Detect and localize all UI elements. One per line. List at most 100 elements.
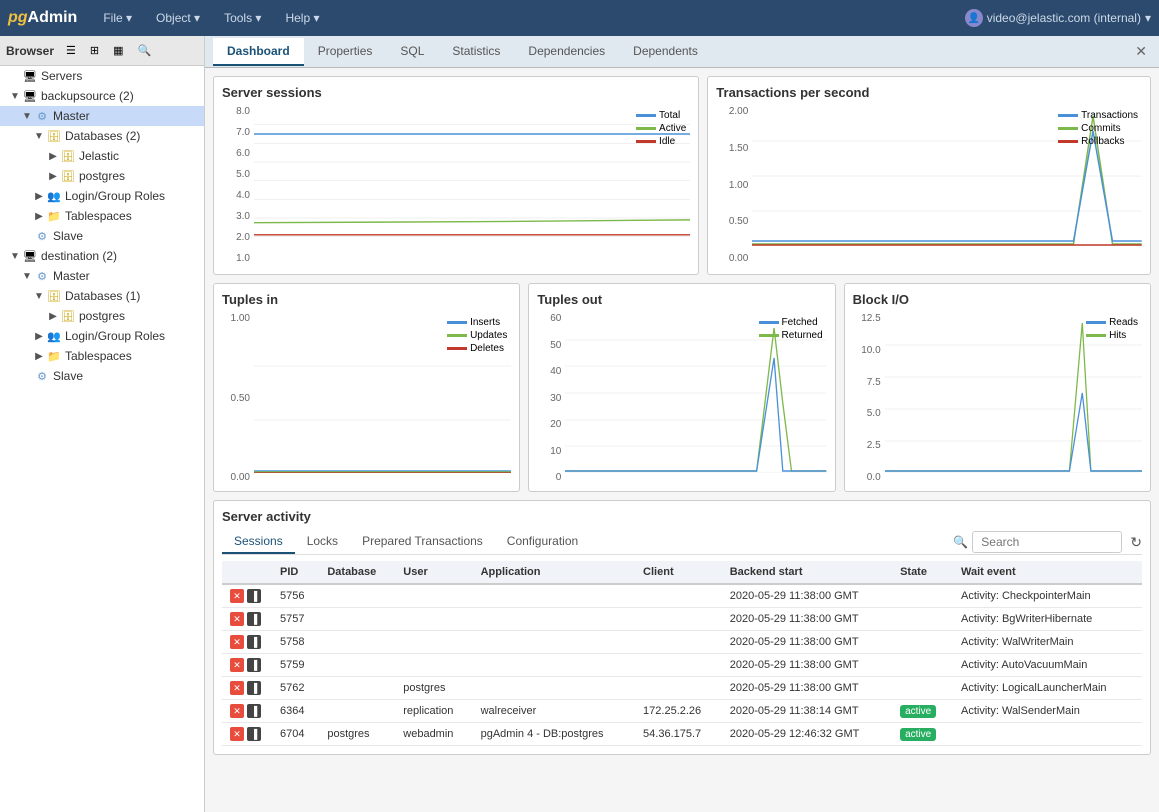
row-actions: ✕ ▐ — [222, 700, 272, 723]
cell-backend-start: 2020-05-29 11:38:00 GMT — [722, 631, 892, 654]
activity-tab-sessions[interactable]: Sessions — [222, 530, 295, 554]
roles-icon-1: 👥 — [46, 188, 62, 204]
tuples-out-title: Tuples out — [537, 292, 826, 307]
tab-statistics[interactable]: Statistics — [438, 38, 514, 66]
transactions-legend: Transactions Commits Rollbacks — [1058, 110, 1138, 147]
sidebar: Browser ☰ ⊞ ▦ 🔍 🖥 Servers ▼ 🖥 bac — [0, 36, 205, 812]
cell-state — [892, 677, 953, 700]
search-btn[interactable]: 🔍 — [132, 40, 158, 61]
user-email: video@jelastic.com (internal) — [987, 11, 1141, 25]
tree-label-jelastic: Jelastic — [79, 149, 119, 163]
tree-item-backupsource[interactable]: ▼ 🖥 backupsource (2) — [0, 86, 204, 106]
tree-item-destination[interactable]: ▼ 🖥 destination (2) — [0, 246, 204, 266]
legend-label-commits: Commits — [1081, 123, 1120, 134]
menu-file[interactable]: File ▾ — [93, 7, 142, 29]
activity-tab-locks[interactable]: Locks — [295, 530, 350, 554]
tree-item-jelastic[interactable]: ▶ 🗄 Jelastic — [0, 146, 204, 166]
state-badge: active — [900, 728, 936, 741]
cell-pid: 5756 — [272, 584, 319, 608]
tab-sql[interactable]: SQL — [386, 38, 438, 66]
terminate-btn[interactable]: ✕ — [230, 727, 244, 741]
server-sessions-title: Server sessions — [222, 85, 690, 100]
charts-row-2: Tuples in 1.00 0.50 0.00 — [213, 283, 1151, 492]
toggle-master2: ▼ — [20, 271, 34, 282]
refresh-icon[interactable]: ↻ — [1130, 534, 1142, 551]
tab-properties[interactable]: Properties — [304, 38, 387, 66]
toolbar-btn-2[interactable]: ⊞ — [84, 40, 105, 61]
tree-item-master1[interactable]: ▼ ⚙ Master — [0, 106, 204, 126]
tree-item-tablespaces1[interactable]: ▶ 📁 Tablespaces — [0, 206, 204, 226]
detail-btn[interactable]: ▐ — [247, 727, 261, 741]
tree-item-tablespaces2[interactable]: ▶ 📁 Tablespaces — [0, 346, 204, 366]
y-label: 0.0 — [853, 472, 881, 483]
toolbar-btn-1[interactable]: ☰ — [60, 40, 82, 61]
legend-label-rollbacks: Rollbacks — [1081, 136, 1124, 147]
menu-help[interactable]: Help ▾ — [275, 7, 329, 29]
y-label: 1.00 — [222, 313, 250, 324]
y-label: 20 — [537, 419, 561, 430]
tree-label-master1: Master — [53, 109, 90, 123]
tree-label-destination: destination (2) — [41, 249, 117, 263]
transactions-panel: Transactions per second 2.00 1.50 1.00 0… — [707, 76, 1151, 275]
detail-btn[interactable]: ▐ — [247, 658, 261, 672]
logo-admin: Admin — [28, 9, 78, 27]
legend-label-reads: Reads — [1109, 317, 1138, 328]
tree-item-master2[interactable]: ▼ ⚙ Master — [0, 266, 204, 286]
tree-item-slave2[interactable]: ⚙ Slave — [0, 366, 204, 386]
terminate-btn[interactable]: ✕ — [230, 658, 244, 672]
cell-backend-start: 2020-05-29 12:46:32 GMT — [722, 723, 892, 746]
tuples-in-title: Tuples in — [222, 292, 511, 307]
legend-updates: Updates — [447, 330, 507, 341]
cell-database — [319, 631, 395, 654]
y-label: 8.0 — [222, 106, 250, 117]
activity-tab-prepared[interactable]: Prepared Transactions — [350, 530, 495, 554]
state-badge: active — [900, 705, 936, 718]
db-icon-postgres1: 🗄 — [60, 168, 76, 184]
tab-dashboard[interactable]: Dashboard — [213, 38, 304, 66]
toggle-destination: ▼ — [8, 251, 22, 262]
tree-item-servers[interactable]: 🖥 Servers — [0, 66, 204, 86]
legend-label-inserts: Inserts — [470, 317, 500, 328]
detail-btn[interactable]: ▐ — [247, 681, 261, 695]
server-sessions-svg — [254, 106, 690, 246]
detail-btn[interactable]: ▐ — [247, 589, 261, 603]
tree-item-databases2[interactable]: ▼ 🗄 Databases (1) — [0, 286, 204, 306]
terminate-btn[interactable]: ✕ — [230, 589, 244, 603]
legend-idle: Idle — [636, 136, 686, 147]
block-io-panel: Block I/O 12.5 10.0 7.5 5.0 2.5 0.0 — [844, 283, 1151, 492]
cell-application: walreceiver — [473, 700, 635, 723]
tree-item-postgres1[interactable]: ▶ 🗄 postgres — [0, 166, 204, 186]
logo-pg: pg — [8, 9, 28, 27]
terminate-btn[interactable]: ✕ — [230, 681, 244, 695]
y-label: 2.00 — [716, 106, 748, 117]
tree-item-postgres2[interactable]: ▶ 🗄 postgres — [0, 306, 204, 326]
detail-btn[interactable]: ▐ — [247, 704, 261, 718]
tree-item-databases1[interactable]: ▼ 🗄 Databases (2) — [0, 126, 204, 146]
menu-object[interactable]: Object ▾ — [146, 7, 210, 29]
tuples-out-panel: Tuples out 60 50 40 30 20 10 0 — [528, 283, 835, 492]
menu-tools[interactable]: Tools ▾ — [214, 7, 271, 29]
tab-dependents[interactable]: Dependents — [619, 38, 712, 66]
terminate-btn[interactable]: ✕ — [230, 612, 244, 626]
tree-item-slave1[interactable]: ⚙ Slave — [0, 226, 204, 246]
tree-item-loginroles1[interactable]: ▶ 👥 Login/Group Roles — [0, 186, 204, 206]
legend-transactions: Transactions — [1058, 110, 1138, 121]
cell-user: replication — [395, 700, 472, 723]
detail-btn[interactable]: ▐ — [247, 612, 261, 626]
user-menu[interactable]: 👤 video@jelastic.com (internal) ▾ — [965, 9, 1151, 27]
terminate-btn[interactable]: ✕ — [230, 635, 244, 649]
y-label: 40 — [537, 366, 561, 377]
detail-btn[interactable]: ▐ — [247, 635, 261, 649]
tree-item-loginroles2[interactable]: ▶ 👥 Login/Group Roles — [0, 326, 204, 346]
activity-tab-config[interactable]: Configuration — [495, 530, 590, 554]
close-tab-btn[interactable]: ✕ — [1131, 39, 1151, 64]
legend-label-deletes: Deletes — [470, 343, 504, 354]
tab-dependencies[interactable]: Dependencies — [514, 38, 619, 66]
cell-client: 54.36.175.7 — [635, 723, 722, 746]
legend-color-total — [636, 114, 656, 117]
cell-wait-event: Activity: AutoVacuumMain — [953, 654, 1142, 677]
terminate-btn[interactable]: ✕ — [230, 704, 244, 718]
toolbar-btn-3[interactable]: ▦ — [107, 40, 129, 61]
search-input[interactable] — [972, 531, 1122, 553]
cell-backend-start: 2020-05-29 11:38:14 GMT — [722, 700, 892, 723]
